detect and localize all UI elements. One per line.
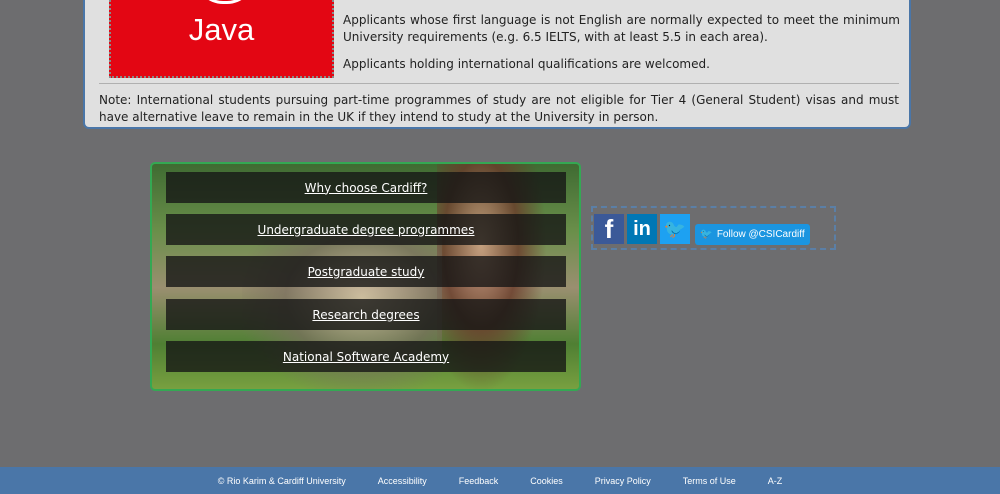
nav-link-research[interactable]: Research degrees	[166, 299, 566, 330]
twitter-follow-button[interactable]: 🐦 Follow @CSICardiff	[695, 224, 810, 245]
footer-link-privacy[interactable]: Privacy Policy	[595, 476, 651, 486]
social-links: f in 🐦 🐦 Follow @CSICardiff	[591, 206, 836, 250]
follow-label: Follow @CSICardiff	[716, 229, 805, 240]
java-cup-icon	[195, 0, 255, 4]
footer-link-feedback[interactable]: Feedback	[459, 476, 499, 486]
copyright-text: © Rio Karim & Cardiff University	[217, 475, 346, 486]
english-requirements-text: Applicants whose first language is not E…	[343, 13, 900, 44]
footer-link-terms[interactable]: Terms of Use	[683, 476, 736, 486]
footer-link-a-z[interactable]: A-Z	[768, 476, 783, 486]
linkedin-icon[interactable]: in	[627, 214, 657, 244]
requirements-panel: Java Applicants whose first language is …	[83, 0, 911, 129]
twitter-bird-icon: 🐦	[700, 229, 713, 240]
nav-link-software-academy[interactable]: National Software Academy	[166, 341, 566, 372]
nav-link-why-cardiff[interactable]: Why choose Cardiff?	[166, 172, 566, 203]
facebook-icon[interactable]: f	[594, 214, 624, 244]
nav-link-undergraduate[interactable]: Undergraduate degree programmes	[166, 214, 566, 245]
java-logo: Java	[109, 0, 334, 78]
twitter-icon[interactable]: 🐦	[660, 214, 690, 244]
footer: © Rio Karim & Cardiff University Accessi…	[0, 467, 1000, 494]
study-links-box: Why choose Cardiff? Undergraduate degree…	[150, 162, 581, 391]
visa-note: Note: International students pursuing pa…	[99, 93, 899, 124]
java-logo-text: Java	[188, 12, 255, 47]
international-qualifications-text: Applicants holding international qualifi…	[343, 57, 710, 71]
footer-link-cookies[interactable]: Cookies	[530, 476, 563, 486]
divider	[99, 83, 899, 84]
footer-link-accessibility[interactable]: Accessibility	[378, 476, 427, 486]
nav-link-postgraduate[interactable]: Postgraduate study	[166, 256, 566, 287]
